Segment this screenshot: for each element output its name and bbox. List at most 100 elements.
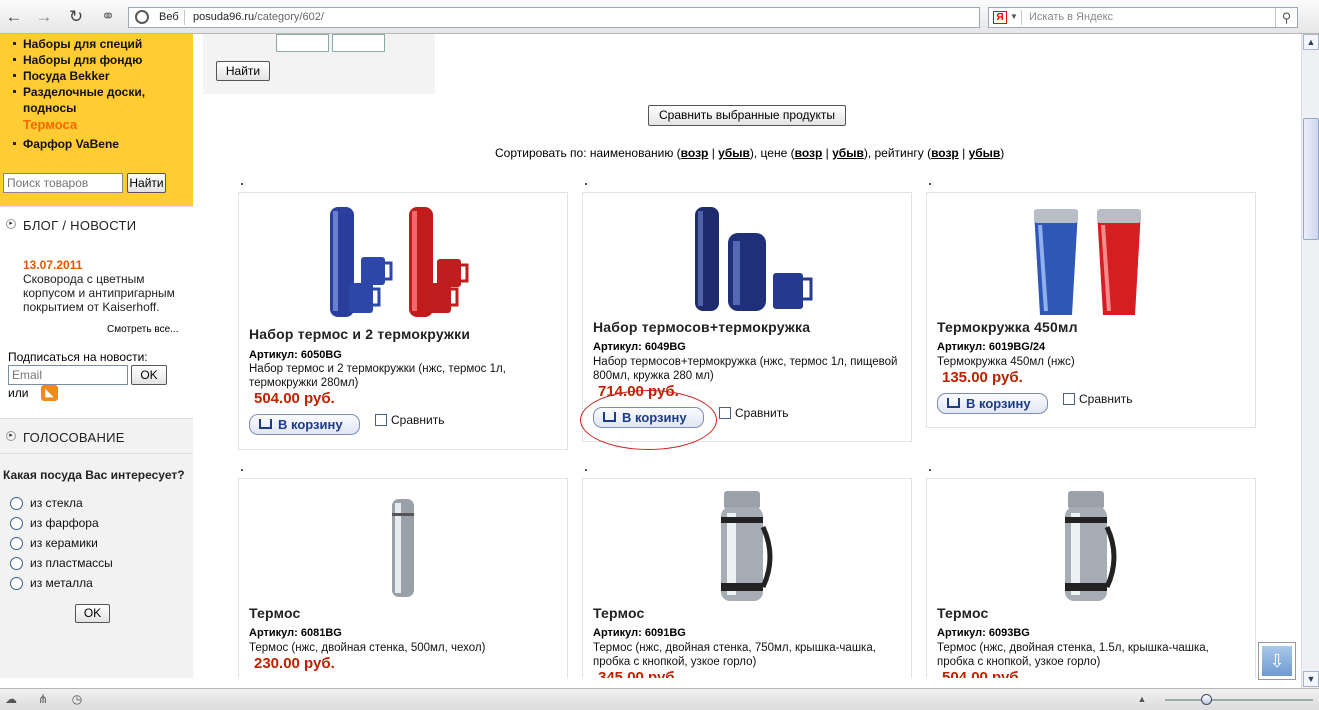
poll-option[interactable]: из фарфора — [10, 516, 99, 530]
product-card: Термос Артикул: 6081BG Термос (нжс, двой… — [238, 469, 568, 678]
product-image[interactable] — [239, 487, 567, 607]
radio-icon[interactable] — [10, 537, 23, 550]
subscribe-section: Подписаться на новости: OK или ◣ — [0, 340, 193, 418]
scroll-down-icon[interactable]: ▼ — [1303, 671, 1319, 687]
cloud-icon[interactable]: ☁ — [4, 693, 18, 706]
price-to-input[interactable] — [332, 34, 385, 52]
product-price: 135.00 руб. — [942, 369, 1023, 386]
add-to-cart-button[interactable]: В корзину — [249, 414, 360, 435]
cart-icon — [947, 398, 960, 408]
product-sku: Артикул: 6019BG/24 — [937, 341, 1046, 353]
product-name[interactable]: Термос — [593, 605, 645, 621]
browser-toolbar: ← → ↻ ⚭ Веб posuda96.ru/category/602/ Я … — [0, 0, 1319, 34]
poll-title: ГОЛОСОВАНИЕ — [23, 430, 125, 445]
product-image[interactable] — [927, 201, 1255, 321]
blog-more-link[interactable]: Смотреть все... — [107, 324, 178, 335]
product-search-input[interactable] — [3, 173, 123, 193]
poll-option[interactable]: из пластмассы — [10, 556, 113, 570]
scroll-up-icon[interactable]: ▲ — [1303, 34, 1319, 50]
back-icon[interactable]: ← — [4, 7, 24, 27]
product-image[interactable] — [239, 201, 567, 321]
scroll-thumb[interactable] — [1303, 118, 1319, 240]
sort-name-desc-link[interactable]: убыв — [718, 146, 750, 160]
compare-selected-button[interactable]: Сравнить выбранные продукты — [648, 105, 846, 126]
price-filter: Найти — [203, 34, 435, 94]
cart-icon — [259, 419, 272, 429]
chevron-down-icon[interactable]: ▼ — [1010, 12, 1018, 21]
product-name[interactable]: Набор термос и 2 термокружки — [249, 326, 470, 342]
blog-title: БЛОГ / НОВОСТИ — [23, 218, 137, 233]
product-card: Набор термос и 2 термокружки Артикул: 60… — [238, 183, 568, 450]
poll-ok-button[interactable]: OK — [75, 604, 110, 623]
zoom-slider[interactable] — [1165, 694, 1313, 705]
product-name[interactable]: Термокружка 450мл — [937, 319, 1078, 335]
sort-price-desc-link[interactable]: убыв — [832, 146, 864, 160]
yandex-search-placeholder[interactable]: Искать в Яндекс — [1029, 11, 1113, 23]
product-image[interactable] — [583, 201, 911, 321]
product-card: Термокружка 450мл Артикул: 6019BG/24 Тер… — [926, 183, 1256, 428]
poll-option[interactable]: из стекла — [10, 496, 83, 510]
subscribe-ok-button[interactable]: OK — [131, 365, 167, 385]
category-item[interactable]: Фарфор VaBene — [23, 136, 119, 152]
key-icon[interactable]: ⚭ — [98, 7, 118, 27]
yandex-logo-icon[interactable]: Я — [993, 11, 1007, 24]
radio-icon[interactable] — [10, 557, 23, 570]
product-price: 504.00 руб. — [942, 669, 1023, 678]
product-sku: Артикул: 6050BG — [249, 349, 342, 361]
poll-header: ▸ ГОЛОСОВАНИЕ — [0, 418, 193, 454]
product-sku: Артикул: 6081BG — [249, 627, 342, 639]
category-item[interactable]: Посуда Bekker — [23, 68, 110, 84]
radio-icon[interactable] — [10, 577, 23, 590]
radio-icon[interactable] — [10, 497, 23, 510]
radio-icon[interactable] — [10, 517, 23, 530]
email-field[interactable] — [8, 365, 128, 385]
add-to-cart-button[interactable]: В корзину — [937, 393, 1048, 414]
scroll-to-bottom-button[interactable]: ⇩ — [1258, 642, 1296, 680]
address-url[interactable]: posuda96.ru/category/602/ — [193, 11, 324, 23]
share-icon[interactable]: ⋔ — [36, 693, 50, 706]
poll-question: Какая посуда Вас интересует? — [3, 468, 185, 482]
checkbox-icon[interactable] — [1063, 393, 1075, 405]
address-mode-label: Веб — [159, 11, 179, 23]
rss-icon[interactable]: ◣ — [41, 385, 58, 401]
globe-icon — [135, 10, 149, 24]
sort-name-asc-link[interactable]: возр — [681, 146, 709, 160]
price-from-input[interactable] — [276, 34, 329, 52]
panel-toggle-icon[interactable]: ▲ — [1135, 693, 1149, 706]
category-item[interactable]: Наборы для фондю — [23, 52, 142, 68]
filter-find-button[interactable]: Найти — [216, 61, 270, 81]
address-bar[interactable]: Веб posuda96.ru/category/602/ — [128, 7, 980, 28]
product-name[interactable]: Термос — [249, 605, 301, 621]
product-sku: Артикул: 6091BG — [593, 627, 686, 639]
compare-checkbox[interactable]: Сравнить — [1063, 392, 1132, 406]
category-item-active[interactable]: Термоса — [23, 117, 77, 133]
checkbox-icon[interactable] — [375, 414, 387, 426]
product-sku: Артикул: 6049BG — [593, 341, 686, 353]
poll-option[interactable]: из металла — [10, 576, 93, 590]
speed-dial-icon[interactable]: ◷ — [70, 693, 84, 706]
product-description: Набор термосов+термокружка (нжс, термос … — [593, 356, 898, 382]
product-image[interactable] — [927, 487, 1255, 607]
forward-icon[interactable]: → — [34, 7, 54, 27]
product-search-button[interactable]: Найти — [127, 173, 166, 193]
sort-price-asc-link[interactable]: возр — [795, 146, 823, 160]
vertical-scrollbar[interactable]: ▲ ▼ — [1301, 34, 1319, 688]
blog-section: 13.07.2011 Сковорода с цветным корпусом … — [0, 240, 193, 340]
product-image[interactable] — [583, 487, 911, 607]
compare-checkbox[interactable]: Сравнить — [375, 413, 444, 427]
subscribe-label: Подписаться на новости: — [8, 350, 148, 364]
zoom-knob[interactable] — [1201, 694, 1212, 705]
poll-option[interactable]: из керамики — [10, 536, 98, 550]
product-name[interactable]: Термос — [937, 605, 989, 621]
compare-checkbox[interactable]: Сравнить — [719, 406, 788, 420]
yandex-search-box[interactable]: Я ▼ Искать в Яндекс ⚲ — [988, 7, 1298, 28]
chevron-right-icon: ▸ — [6, 431, 16, 441]
product-name[interactable]: Набор термосов+термокружка — [593, 319, 810, 335]
sort-rating-asc-link[interactable]: возр — [931, 146, 959, 160]
category-item[interactable]: Наборы для специй — [23, 36, 142, 52]
category-item[interactable]: Разделочные доски, подносы — [23, 84, 183, 116]
sort-rating-desc-link[interactable]: убыв — [969, 146, 1001, 160]
checkbox-icon[interactable] — [719, 407, 731, 419]
search-icon[interactable]: ⚲ — [1275, 8, 1297, 27]
reload-icon[interactable]: ↻ — [66, 7, 86, 27]
